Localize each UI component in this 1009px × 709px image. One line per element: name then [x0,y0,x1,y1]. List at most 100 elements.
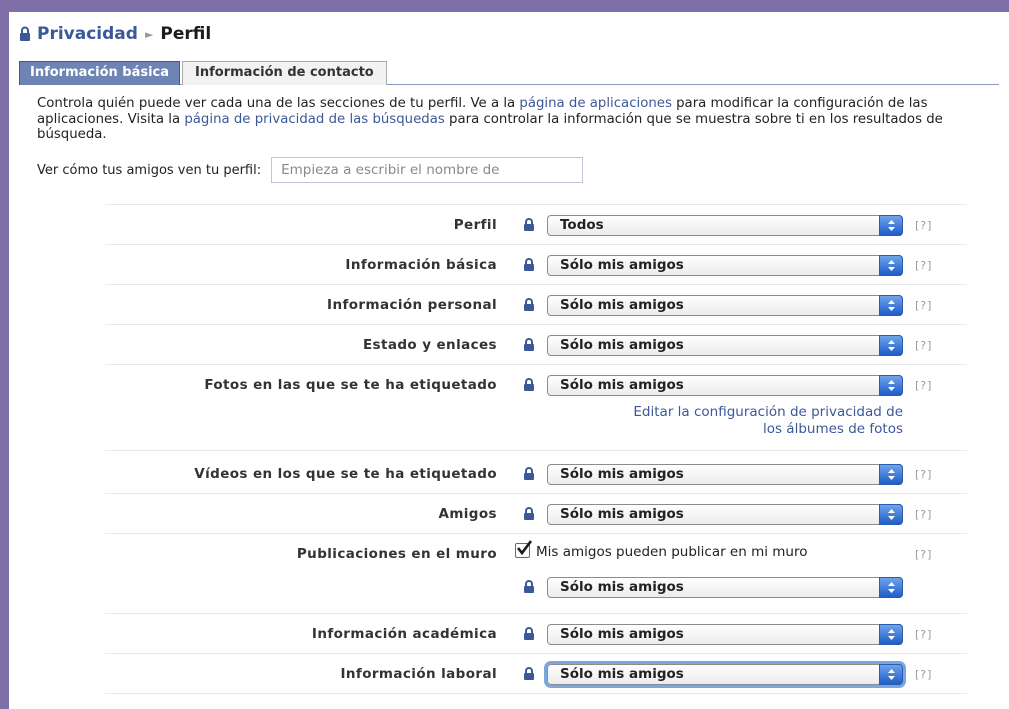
lock-icon [524,338,534,351]
setting-row-tagged-videos: Vídeos en los que se te ha etiquetado Só… [105,451,967,494]
select-arrows-icon [879,334,903,356]
tab-bar: Información básica Información de contac… [19,61,999,85]
select-arrows-icon [879,294,903,316]
audience-select[interactable]: Todos [547,214,903,236]
select-arrows-icon [879,663,903,685]
setting-label: Publicaciones en el muro [296,546,497,562]
audience-select[interactable]: Sólo mis amigos [547,463,903,485]
setting-label: Fotos en las que se te ha etiquetado [204,377,497,393]
audience-select[interactable]: Sólo mis amigos [547,623,903,645]
setting-row-basic-info: Información básica Sólo mis amigos [?] [105,245,967,285]
setting-row-friends: Amigos Sólo mis amigos [?] [105,494,967,534]
setting-control: Sólo mis amigos [523,451,903,497]
setting-control: Sólo mis amigos [523,245,903,285]
privacy-settings-list: Perfil Todos [?] Información básica Sólo… [105,204,967,694]
friend-name-input[interactable] [271,157,584,183]
lock-icon [20,26,30,41]
help-link[interactable]: [?] [915,534,932,574]
setting-control: Sólo mis amigos [523,285,903,325]
audience-select-value: Sólo mis amigos [560,297,684,313]
intro-text: Controla quién puede ver cada una de las… [37,96,957,143]
select-arrows-icon [879,503,903,525]
help-link[interactable]: [?] [915,285,932,325]
audience-select-value: Sólo mis amigos [560,377,684,393]
setting-control: Sólo mis amigos [523,567,903,607]
select-arrows-icon [879,214,903,236]
help-link[interactable]: [?] [915,451,932,497]
wall-posting-option: Mis amigos pueden publicar en mi muro [515,540,875,562]
lock-icon [524,298,534,311]
help-link[interactable]: [?] [915,325,932,365]
audience-select-value: Sólo mis amigos [560,466,684,482]
audience-select[interactable]: Sólo mis amigos [547,374,903,396]
lock-icon [524,258,534,271]
setting-control: Sólo mis amigos [523,325,903,365]
help-link[interactable]: [?] [915,205,932,245]
setting-row-tagged-photos: Fotos en las que se te ha etiquetado Sól… [105,365,967,451]
setting-row-wall-posts: Publicaciones en el muro Mis amigos pued… [105,534,967,614]
select-arrows-icon [879,576,903,598]
setting-label: Vídeos en los que se te ha etiquetado [194,466,497,482]
select-arrows-icon [879,463,903,485]
audience-select[interactable]: Sólo mis amigos [547,503,903,525]
setting-row-personal-info: Información personal Sólo mis amigos [?] [105,285,967,325]
tab-contact-info[interactable]: Información de contacto [182,61,387,85]
lock-icon [524,467,534,480]
page-title: Perfil [160,24,212,44]
help-link[interactable]: [?] [915,245,932,285]
setting-label: Amigos [438,506,497,522]
setting-control: Sólo mis amigos [523,494,903,534]
edit-album-privacy-link-line1[interactable]: Editar la configuración de privacidad de [633,404,903,420]
select-arrows-icon [879,623,903,645]
audience-select-value: Todos [560,217,604,233]
help-link[interactable]: [?] [915,365,932,405]
profile-preview-label: Ver cómo tus amigos ven tu perfil: [37,162,262,178]
select-arrows-icon [879,374,903,396]
setting-label: Información laboral [340,666,497,682]
edit-album-privacy-link[interactable]: Editar la configuración de privacidad de… [541,404,903,438]
lock-icon [524,218,534,231]
help-link[interactable]: [?] [915,654,932,694]
audience-select-value: Sólo mis amigos [560,506,684,522]
setting-control: Todos [523,205,903,245]
setting-label: Información académica [311,626,497,642]
setting-control: Sólo mis amigos [523,365,903,405]
lock-icon [524,580,534,593]
friends-can-post-checkbox[interactable] [515,540,532,558]
audience-select-value: Sólo mis amigos [560,337,684,353]
audience-select[interactable]: Sólo mis amigos [547,663,903,685]
lock-icon [524,378,534,391]
window-frame-top [0,0,1009,12]
audience-select[interactable]: Sólo mis amigos [547,294,903,316]
audience-select[interactable]: Sólo mis amigos [547,334,903,356]
audience-select[interactable]: Sólo mis amigos [547,576,903,598]
setting-control: Sólo mis amigos [523,614,903,654]
help-link[interactable]: [?] [915,614,932,654]
setting-control: Sólo mis amigos [523,654,903,694]
audience-select-value: Sólo mis amigos [560,626,684,642]
applications-page-link[interactable]: página de aplicaciones [519,96,672,111]
lock-icon [524,667,534,680]
setting-row-status-links: Estado y enlaces Sólo mis amigos [?] [105,325,967,365]
breadcrumb-privacy-link[interactable]: Privacidad [37,24,138,44]
setting-label: Información básica [345,257,497,273]
breadcrumb: Privacidad ► Perfil [19,22,211,46]
help-link[interactable]: [?] [915,494,932,534]
checkmark-icon [516,540,532,556]
window-frame-left [0,0,9,709]
select-arrows-icon [879,254,903,276]
setting-row-work: Información laboral Sólo mis amigos [?] [105,654,967,694]
audience-select-value: Sólo mis amigos [560,257,684,273]
lock-icon [524,507,534,520]
friends-can-post-label[interactable]: Mis amigos pueden publicar en mi muro [536,544,808,560]
audience-select[interactable]: Sólo mis amigos [547,254,903,276]
search-privacy-page-link[interactable]: página de privacidad de las búsquedas [184,112,444,127]
edit-album-privacy-link-line2[interactable]: los álbumes de fotos [763,421,903,437]
setting-row-education: Información académica Sólo mis amigos [?… [105,614,967,654]
profile-preview-row: Ver cómo tus amigos ven tu perfil: [37,157,584,183]
setting-label: Información personal [327,297,497,313]
audience-select-value: Sólo mis amigos [560,666,684,682]
setting-row-profile: Perfil Todos [?] [105,205,967,245]
audience-select-value: Sólo mis amigos [560,579,684,595]
tab-basic-info[interactable]: Información básica [19,61,181,85]
